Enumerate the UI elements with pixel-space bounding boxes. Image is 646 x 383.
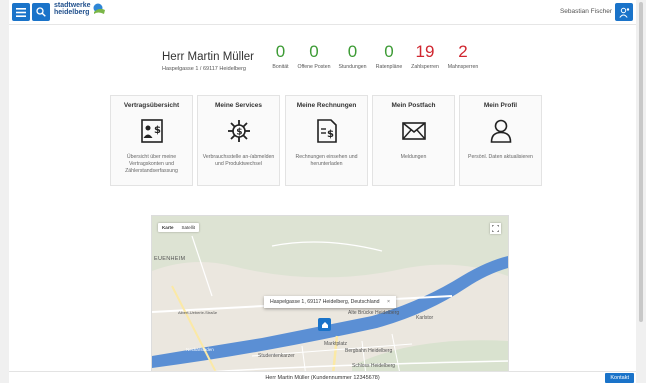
svg-text:$: $	[154, 125, 161, 136]
card-description: Meldungen	[400, 154, 427, 160]
map-label-neuenheim: EUENHEIM	[154, 256, 186, 262]
page: stadtwerke heidelberg Sebastian Fischer …	[9, 0, 636, 383]
stat-value: 0	[347, 42, 358, 61]
card-mein-profil[interactable]: Mein Profil Persönl. Daten aktualisieren	[459, 95, 542, 186]
stat-label: Ratenpläne	[375, 64, 403, 70]
map-label-bergbahn: Bergbahn Heidelberg	[345, 348, 393, 354]
stat-label: Zahlsperren	[411, 64, 439, 70]
stat-ratenplaene[interactable]: 0 Ratenpläne	[372, 42, 406, 71]
stat-zahlsperren[interactable]: 19 Zahlsperren	[408, 42, 442, 71]
map-type-satellit[interactable]: Satellit	[178, 223, 200, 232]
location-map[interactable]: Karte Satellit EUENHEIM Albert-Ueberle-S…	[151, 215, 509, 383]
card-vertragsuebersicht[interactable]: Vertragsübersicht $ Übersicht über meine…	[110, 95, 193, 186]
stat-value: 0	[309, 42, 319, 61]
stat-value: 0	[384, 42, 394, 61]
customer-address: Haspelgasse 1 / 69117 Heidelberg	[162, 66, 246, 72]
stat-stundungen[interactable]: 0 Stundungen	[336, 42, 369, 71]
user-settings-icon	[618, 7, 629, 18]
customer-name: Herr Martin Müller	[162, 51, 255, 63]
fullscreen-icon	[492, 225, 499, 232]
map-type-toggle[interactable]: Karte Satellit	[158, 223, 200, 232]
logo-mark-icon	[93, 3, 105, 14]
map-info-close-button[interactable]: ×	[387, 299, 390, 305]
card-meine-rechnungen[interactable]: Meine Rechnungen $ Rechnungen einsehen u…	[285, 95, 368, 186]
stat-label: Bonität	[272, 64, 289, 70]
kontakt-button[interactable]: Kontakt	[605, 373, 634, 383]
stat-label: Mahnsperren	[447, 64, 479, 70]
map-info-window: Haspelgasse 1, 69117 Heidelberg, Deutsch…	[264, 296, 396, 308]
card-title: Mein Profil	[483, 102, 518, 109]
stat-offene-posten[interactable]: 0 Offene Posten	[294, 42, 334, 71]
scrollbar-thumb[interactable]	[639, 2, 643, 322]
logo-line2: heidelberg	[54, 9, 90, 16]
user-settings-button[interactable]	[615, 3, 633, 21]
card-title: Meine Services	[215, 102, 262, 109]
card-description: Übersicht über meine Vertragskonten und …	[125, 154, 178, 174]
fullscreen-button[interactable]	[490, 223, 501, 234]
card-description: Persönl. Daten aktualisieren	[468, 154, 533, 160]
house-pin-icon	[321, 321, 328, 328]
stadtwerke-logo[interactable]: stadtwerke heidelberg	[54, 2, 106, 16]
svg-text:$: $	[327, 129, 334, 140]
map-type-karte[interactable]: Karte	[158, 223, 178, 232]
card-title: Meine Rechnungen	[296, 102, 357, 109]
user-icon	[489, 119, 513, 143]
footer-bar: Herr Martin Müller (Kundennummer 1234567…	[9, 371, 636, 383]
search-icon	[36, 7, 46, 17]
map-label-schloss: Schloss Heidelberg	[352, 363, 396, 369]
menu-button[interactable]	[12, 3, 30, 21]
vertical-scrollbar[interactable]	[636, 0, 646, 383]
stat-value: 2	[458, 42, 468, 61]
map-label-neckarstaden: Neckarstaden	[186, 347, 214, 352]
search-button[interactable]	[32, 3, 50, 21]
svg-text:$: $	[236, 128, 242, 138]
services-gear-icon: $	[227, 119, 251, 143]
invoice-icon: $	[315, 119, 339, 143]
map-info-text: Haspelgasse 1, 69117 Heidelberg, Deutsch…	[270, 299, 380, 305]
map-label-studentenkarzer: Studentenkarzer	[258, 353, 295, 359]
footer-customer-text: Herr Martin Müller (Kundennummer 1234567…	[265, 375, 380, 381]
stat-label: Stundungen	[338, 64, 367, 70]
user-name[interactable]: Sebastian Fischer	[560, 8, 612, 15]
card-description: Verbrauchsstelle an-/abmelden und Produk…	[202, 154, 275, 167]
stat-value: 0	[275, 42, 286, 61]
stat-value: 19	[415, 42, 435, 61]
logo-line1: stadtwerke	[54, 2, 91, 9]
location-marker[interactable]	[318, 318, 331, 331]
card-description: Rechnungen einsehen und herunterladen	[295, 154, 358, 167]
stat-label: Offene Posten	[297, 64, 331, 70]
contract-icon: $	[140, 119, 164, 143]
stat-mahnsperren[interactable]: 2 Mahnsperren	[445, 42, 481, 71]
map-label-albert: Albert-Ueberle-Straße	[178, 310, 218, 315]
card-title: Vertragsübersicht	[123, 102, 180, 109]
map-label-marktplatz: Marktplatz	[324, 341, 348, 347]
stat-bonitaet[interactable]: 0 Bonität	[269, 42, 292, 71]
map-label-karlstor: Karlstor	[416, 315, 434, 321]
top-bar: stadtwerke heidelberg Sebastian Fischer	[9, 0, 636, 25]
envelope-icon	[401, 119, 426, 143]
map-label-bridge: Alte Brücke Heidelberg	[348, 310, 400, 316]
card-title: Mein Postfach	[391, 102, 436, 109]
card-meine-services[interactable]: Meine Services $ Verbrauchsstelle an-/ab…	[197, 95, 280, 186]
card-mein-postfach[interactable]: Mein Postfach Meldungen	[372, 95, 455, 186]
hamburger-icon	[16, 7, 26, 17]
